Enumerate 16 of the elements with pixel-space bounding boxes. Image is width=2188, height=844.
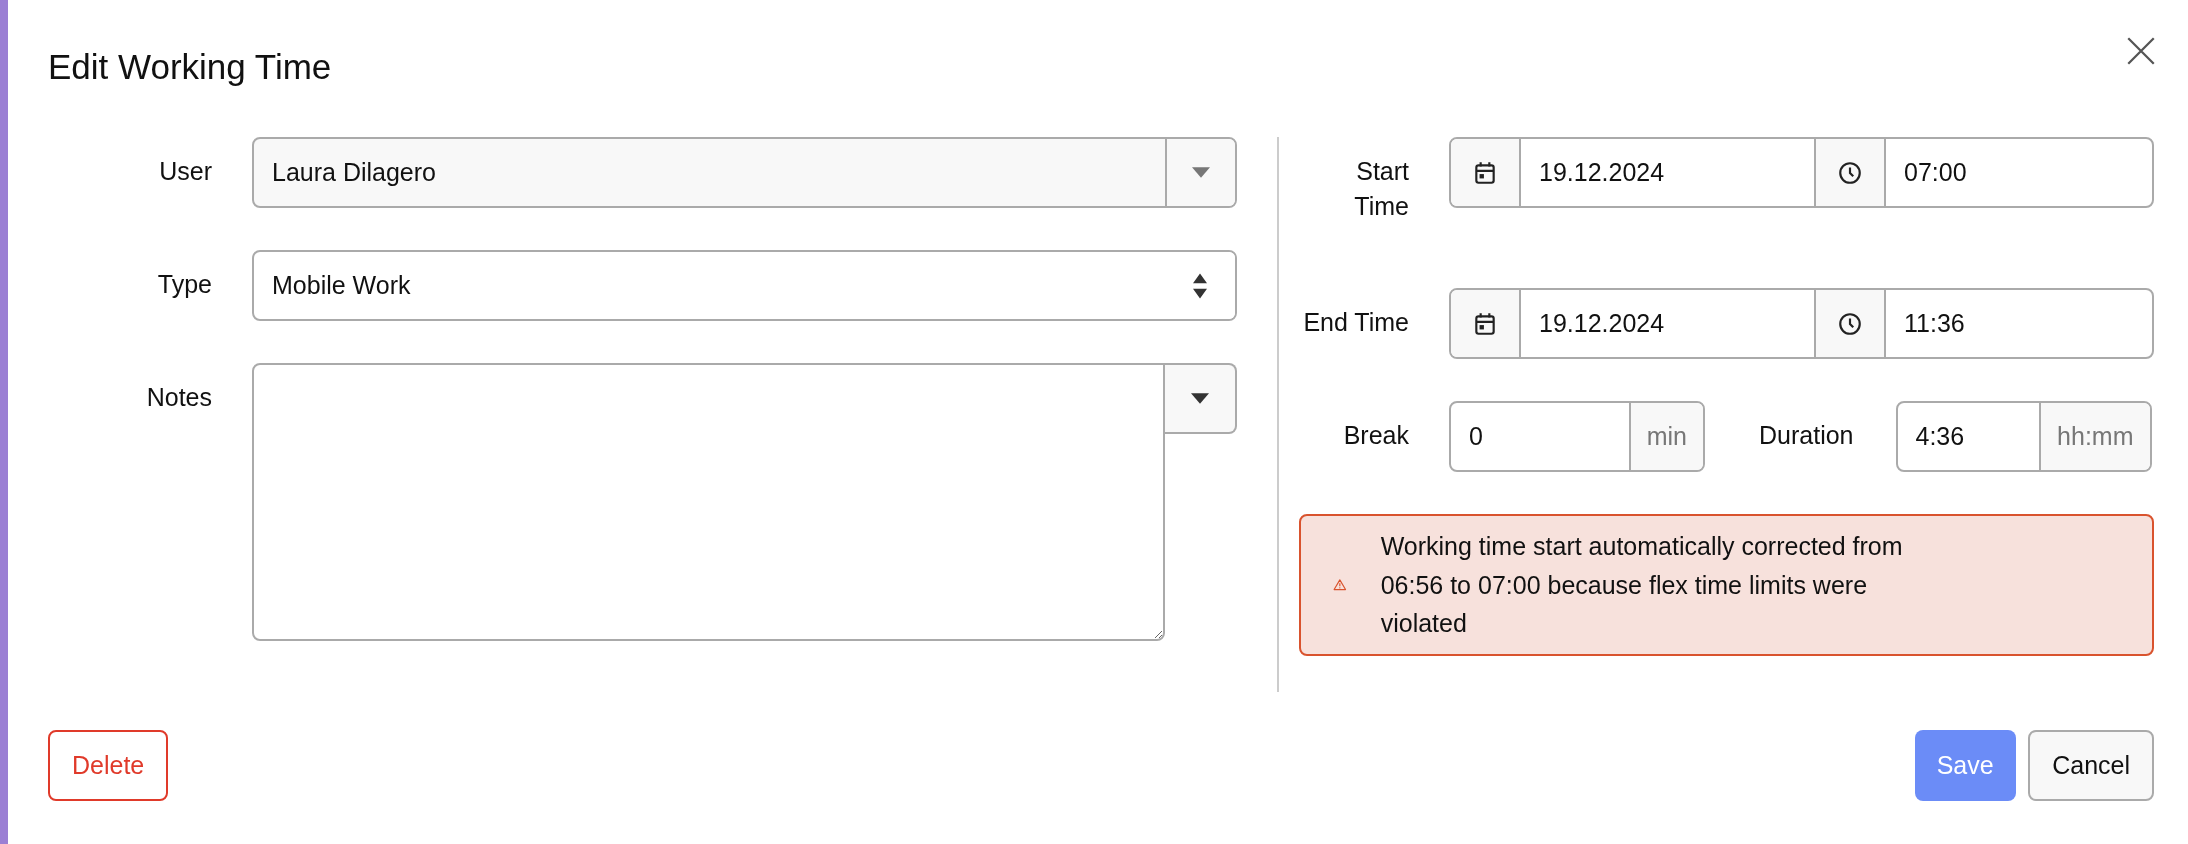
field-label: Break	[1343, 420, 1409, 451]
caret-icon	[1191, 393, 1209, 404]
user-combobox[interactable]: Laura Dilagero	[252, 137, 1237, 208]
field-label: Notes	[145, 382, 213, 413]
field-label: Start Time	[1353, 156, 1409, 222]
delete-button[interactable]: Delete	[48, 730, 169, 801]
field-label: Type	[156, 269, 213, 300]
field-label: User	[158, 156, 213, 187]
alert-message: Working time start automatically corrected from 06:56 to 07:00 because flex time limits were violated	[1380, 530, 1904, 640]
cancel-button[interactable]: Cancel	[2028, 730, 2154, 801]
type-select[interactable]: Mobile Work	[252, 250, 1237, 321]
caret-icon	[1192, 167, 1210, 178]
up-down-icon	[1193, 271, 1207, 300]
field-label: Duration	[1759, 420, 1854, 451]
field-label: End Time	[1303, 307, 1409, 338]
dialog-title: Edit Working Time	[48, 46, 332, 88]
